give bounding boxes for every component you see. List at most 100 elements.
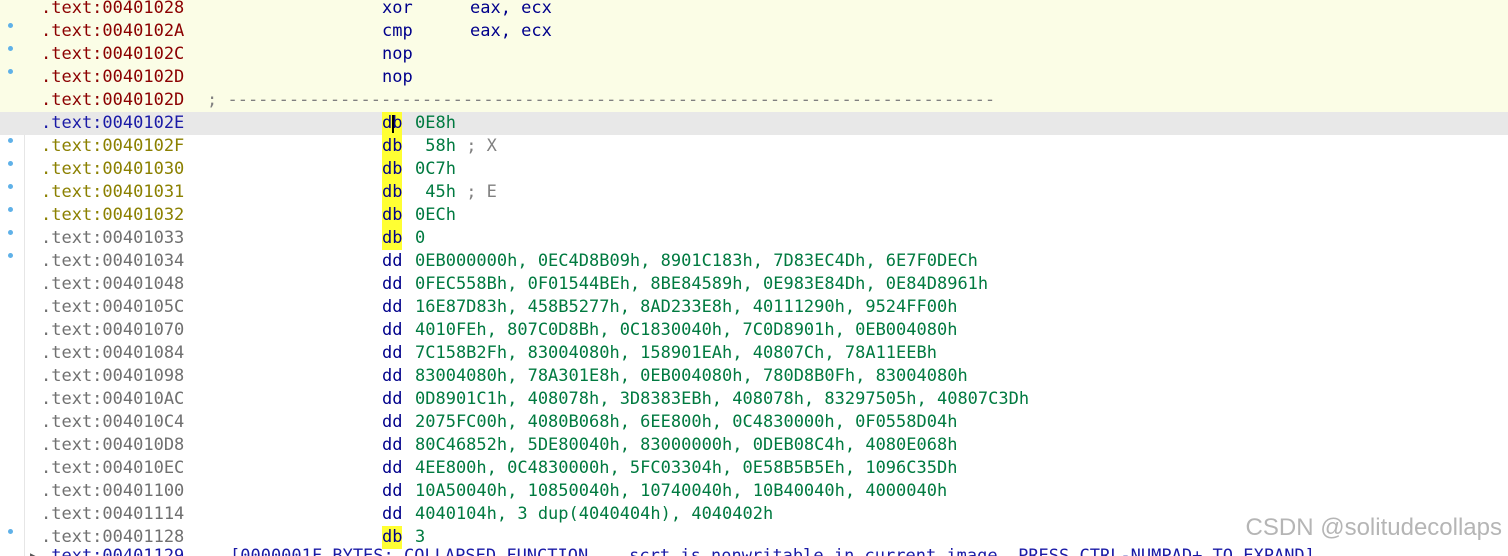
mnemonic: cmp [382,21,413,41]
address: .text:004010AC [41,389,185,409]
address: .text:00401129 [41,546,185,556]
mnemonic: dd [382,320,403,340]
disasm-line[interactable]: .text:004010D8 dd 80C46852h, 5DE80040h, … [0,434,1508,457]
address: .text:004010D8 [41,435,185,455]
address: .text:0040105C [41,297,185,317]
address: .text:0040102E [41,113,185,133]
address: .text:00401098 [41,366,185,386]
address: .text:00401114 [41,504,185,524]
disasm-line[interactable]: .text:00401033 db 0 [0,227,1508,250]
breakpoint-dot-icon[interactable] [8,230,13,235]
address: .text:0040102F [41,136,185,156]
disasm-line[interactable]: .text:004010EC dd 4EE800h, 0C4830000h, 5… [0,457,1508,480]
disasm-line-current[interactable]: .text:0040102E db 0E8h [0,112,1508,135]
disasm-line[interactable]: .text:0040102A cmp eax, ecx [0,20,1508,43]
operands: 0E8h [415,113,456,133]
disasm-line[interactable]: .text:004010C4 dd 2075FC00h, 4080B068h, … [0,411,1508,434]
operands: 0ECh [415,205,456,225]
disasm-line[interactable]: .text:00401084 dd 7C158B2Fh, 83004080h, … [0,342,1508,365]
address: .text:00401032 [41,205,185,225]
address: .text:00401030 [41,159,185,179]
operands: 4EE800h, 0C4830000h, 5FC03304h, 0E58B5B5… [415,458,958,478]
address: .text:00401033 [41,228,185,248]
address: .text:00401034 [41,251,185,271]
operands: eax, ecx [470,0,552,18]
disasm-line[interactable]: .text:00401028 xor eax, ecx [0,0,1508,20]
mnemonic: dd [382,481,403,501]
mnemonic: db [382,227,403,250]
operands: eax, ecx [470,21,552,41]
mnemonic: dd [382,435,403,455]
breakpoint-dot-icon[interactable] [8,46,13,51]
operands: 10A50040h, 10850040h, 10740040h, 10B4004… [415,481,948,501]
breakpoint-dot-icon[interactable] [8,207,13,212]
mnemonic: nop [382,44,413,64]
address: .text:00401031 [41,182,185,202]
mnemonic: dd [382,389,403,409]
address: .text:00401048 [41,274,185,294]
text-caret [392,115,394,133]
address: .text:00401028 [41,0,185,18]
collapsed-function-line[interactable]: ▶ .text:00401129 [0000001F BYTES: COLLAP… [0,545,1508,556]
disasm-separator-line[interactable]: .text:0040102D ; -----------------------… [0,89,1508,112]
disasm-line[interactable]: .text:004010AC dd 0D8901C1h, 408078h, 3D… [0,388,1508,411]
address: .text:00401070 [41,320,185,340]
mnemonic: dd [382,412,403,432]
address: .text:00401084 [41,343,185,363]
operands-with-comment: 45h ; E [415,181,497,204]
mnemonic: db [382,135,403,158]
mnemonic: dd [382,458,403,478]
mnemonic: dd [382,251,403,271]
breakpoint-dot-icon[interactable] [8,253,13,258]
mnemonic: db [382,204,403,227]
address: .text:004010EC [41,458,185,478]
disassembly-lines: .text:00401028 xor eax, ecx .text:004010… [0,0,1508,549]
disasm-line[interactable]: .text:00401048 dd 0FEC558Bh, 0F01544BEh,… [0,273,1508,296]
disasm-line[interactable]: .text:00401100 dd 10A50040h, 10850040h, … [0,480,1508,503]
mnemonic: dd [382,504,403,524]
mnemonic: db [382,181,403,204]
disasm-line[interactable]: .text:00401034 dd 0EB000000h, 0EC4D8B09h… [0,250,1508,273]
collapsed-function-label: [0000001F BYTES: COLLAPSED FUNCTION ___s… [230,546,1315,556]
operands: 0C7h [415,159,456,179]
breakpoint-dot-icon[interactable] [8,23,13,28]
disasm-line[interactable]: .text:0040102F db 58h ; X [0,135,1508,158]
disassembly-view[interactable]: .text:00401028 xor eax, ecx .text:004010… [0,0,1508,556]
disasm-line[interactable]: .text:0040102D nop [0,66,1508,89]
operands: 7C158B2Fh, 83004080h, 158901EAh, 40807Ch… [415,343,937,363]
mnemonic: db [382,158,403,181]
disasm-line[interactable]: .text:00401031 db 45h ; E [0,181,1508,204]
operands: 45h [415,182,456,202]
breakpoint-dot-icon[interactable] [8,529,13,534]
operands: 80C46852h, 5DE80040h, 83000000h, 0DEB08C… [415,435,958,455]
operands: 4010FEh, 807C0D8Bh, 0C1830040h, 7C0D8901… [415,320,958,340]
operands: 0FEC558Bh, 0F01544BEh, 8BE84589h, 0E983E… [415,274,989,294]
disasm-line[interactable]: .text:00401098 dd 83004080h, 78A301E8h, … [0,365,1508,388]
operands: 0EB000000h, 0EC4D8B09h, 8901C183h, 7D83E… [415,251,978,271]
disasm-line[interactable]: .text:0040102C nop [0,43,1508,66]
operands: 83004080h, 78A301E8h, 0EB004080h, 780D8B… [415,366,968,386]
breakpoint-dot-icon[interactable] [8,69,13,74]
watermark: CSDN @solitudecollaps [1245,514,1502,541]
disasm-line[interactable]: .text:00401070 dd 4010FEh, 807C0D8Bh, 0C… [0,319,1508,342]
address: .text:0040102D [41,67,185,87]
mnemonic: dd [382,274,403,294]
mnemonic: dd [382,343,403,363]
disasm-line[interactable]: .text:00401030 db 0C7h [0,158,1508,181]
comment: ; E [455,182,497,202]
expand-arrow-icon[interactable]: ▶ [30,545,37,556]
operands: 2075FC00h, 4080B068h, 6EE800h, 0C4830000… [415,412,958,432]
breakpoint-dot-icon[interactable] [8,138,13,143]
breakpoint-dot-icon[interactable] [8,161,13,166]
mnemonic: nop [382,67,413,87]
operands: 58h [415,136,456,156]
address: .text:00401100 [41,481,185,501]
mnemonic: xor [382,0,413,18]
disasm-line[interactable]: .text:0040105C dd 16E87D83h, 458B5277h, … [0,296,1508,319]
operands: 4040104h, 3 dup(4040404h), 4040402h [415,504,774,524]
mnemonic: dd [382,297,403,317]
address: .text:004010C4 [41,412,185,432]
disasm-line[interactable]: .text:00401032 db 0ECh [0,204,1508,227]
breakpoint-dot-icon[interactable] [8,184,13,189]
operands: 0 [415,228,426,248]
